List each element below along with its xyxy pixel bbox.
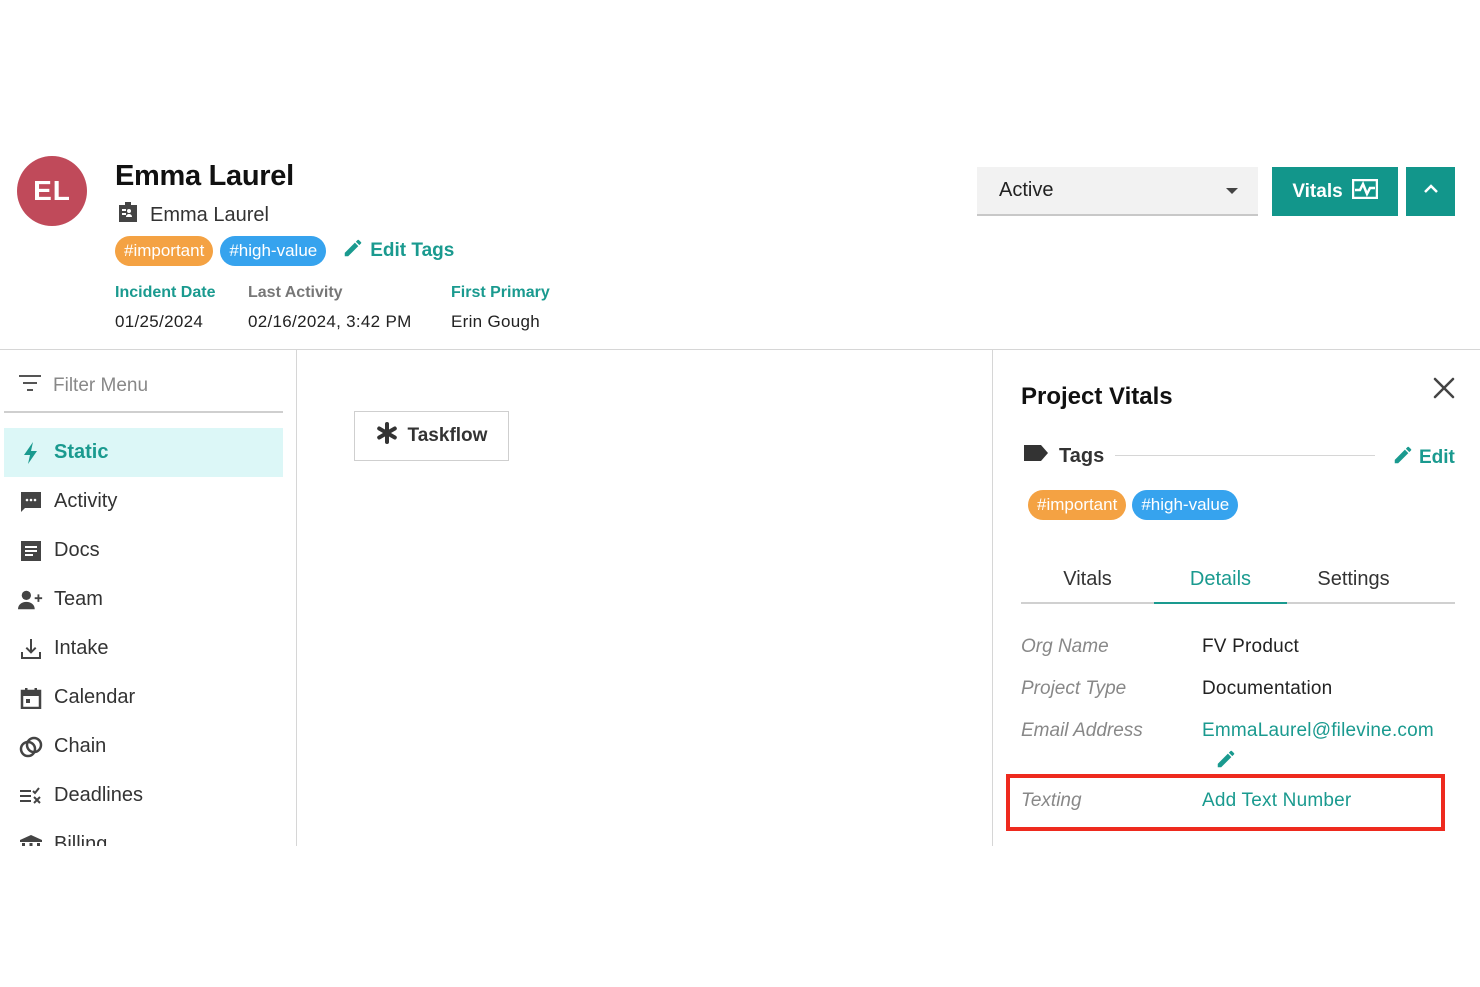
sidebar-item-label: Chain xyxy=(54,735,107,757)
meta-last-activity: Last Activity 02/16/2024, 3:42 PM xyxy=(248,284,412,332)
meta-value: 02/16/2024, 3:42 PM xyxy=(248,312,412,331)
tag-important[interactable]: #important xyxy=(1028,490,1127,520)
document-icon xyxy=(18,538,44,564)
filter-menu-placeholder: Filter Menu xyxy=(53,374,149,396)
phase-select-value: Active xyxy=(999,179,1054,201)
tab-settings[interactable]: Settings xyxy=(1287,560,1420,602)
panel-title: Project Vitals xyxy=(1021,383,1173,410)
sidebar-item-calendar[interactable]: Calendar xyxy=(4,673,283,722)
add-person-icon xyxy=(18,587,44,613)
filter-menu-input[interactable]: Filter Menu xyxy=(4,360,283,413)
tab-vitals[interactable]: Vitals xyxy=(1021,560,1154,602)
chain-icon xyxy=(18,734,44,760)
client-name[interactable]: Emma Laurel xyxy=(150,204,269,227)
chevron-up-icon xyxy=(1422,180,1440,203)
field-label-project-type: Project Type xyxy=(1021,678,1127,699)
edit-email-button[interactable] xyxy=(1215,748,1237,775)
project-page: EL Emma Laurel Emma Laurel #important #h… xyxy=(0,0,1480,987)
field-label-email: Email Address xyxy=(1021,720,1143,741)
contact-card-icon xyxy=(116,200,140,230)
client-row: Emma Laurel xyxy=(116,200,269,230)
sidebar-item-label: Team xyxy=(54,588,103,610)
project-avatar: EL xyxy=(17,156,87,226)
meta-value: 01/25/2024 xyxy=(115,312,204,331)
checklist-icon xyxy=(18,783,44,809)
field-value-email[interactable]: EmmaLaurel@filevine.com xyxy=(1202,720,1434,742)
meta-label[interactable]: Incident Date xyxy=(115,284,215,302)
download-icon xyxy=(18,636,44,662)
sidebar-item-billing[interactable]: Billing xyxy=(4,820,283,846)
sidebar-item-chain[interactable]: Chain xyxy=(4,722,283,771)
field-value-org-name: FV Product xyxy=(1202,636,1300,657)
section-sidebar: Filter Menu Static Activity Docs Team In… xyxy=(0,350,297,846)
tags-label: Tags xyxy=(1059,444,1105,467)
edit-label: Edit xyxy=(1419,447,1455,468)
close-icon xyxy=(1431,377,1457,405)
taskflow-button[interactable]: Taskflow xyxy=(354,411,509,461)
tag-important[interactable]: #important xyxy=(115,236,214,266)
pulse-icon xyxy=(1351,178,1378,205)
asterisk-icon xyxy=(376,422,398,450)
tag-high-value[interactable]: #high-value xyxy=(1132,490,1239,520)
meta-first-primary: First Primary Erin Gough xyxy=(451,284,550,332)
meta-label[interactable]: First Primary xyxy=(451,284,550,302)
caret-down-icon xyxy=(1226,187,1238,194)
sidebar-item-intake[interactable]: Intake xyxy=(4,624,283,673)
sidebar-item-label: Calendar xyxy=(54,686,136,708)
header-tags: #important #high-value Edit Tags xyxy=(115,236,454,266)
pencil-icon xyxy=(1215,750,1237,774)
sidebar-item-label: Activity xyxy=(54,490,118,512)
edit-tags-button[interactable]: Edit Tags xyxy=(342,237,454,265)
sidebar-item-label: Deadlines xyxy=(54,784,143,806)
tags-section-header: Tags xyxy=(1023,443,1104,469)
sidebar-item-team[interactable]: Team xyxy=(4,575,283,624)
sidebar-item-label: Intake xyxy=(54,637,109,659)
sidebar-item-deadlines[interactable]: Deadlines xyxy=(4,771,283,820)
taskflow-label: Taskflow xyxy=(407,425,488,446)
sidebar-item-activity[interactable]: Activity xyxy=(4,477,283,526)
filter-icon xyxy=(19,374,41,397)
sidebar-item-label: Billing xyxy=(54,833,108,846)
field-label-org-name: Org Name xyxy=(1021,636,1109,657)
close-panel-button[interactable] xyxy=(1431,375,1459,403)
meta-label: Last Activity xyxy=(248,284,343,301)
edit-tags-label: Edit Tags xyxy=(370,240,455,261)
panel-tabs: Vitals Details Settings xyxy=(1021,560,1455,604)
sidebar-item-static[interactable]: Static xyxy=(4,428,283,477)
sidebar-item-docs[interactable]: Docs xyxy=(4,526,283,575)
meta-incident-date: Incident Date 01/25/2024 xyxy=(115,284,215,332)
chat-icon xyxy=(18,489,44,515)
sidebar-item-label: Docs xyxy=(54,539,100,561)
field-value-project-type: Documentation xyxy=(1202,678,1333,699)
pencil-icon xyxy=(342,237,364,265)
sidebar-item-label: Static xyxy=(54,441,109,463)
tags-divider xyxy=(1115,455,1375,456)
tag-high-value[interactable]: #high-value xyxy=(220,236,327,266)
vitals-button[interactable]: Vitals xyxy=(1272,167,1398,216)
collapse-header-button[interactable] xyxy=(1406,167,1455,216)
bank-icon xyxy=(18,832,44,846)
bolt-icon xyxy=(18,440,44,466)
vitals-button-label: Vitals xyxy=(1292,180,1343,202)
phase-select[interactable]: Active xyxy=(977,167,1258,216)
calendar-icon xyxy=(18,685,44,711)
pencil-icon xyxy=(1392,444,1414,472)
highlight-box xyxy=(1006,774,1445,831)
edit-vitals-tags-button[interactable]: Edit xyxy=(1392,444,1455,472)
tag-icon xyxy=(1023,443,1049,469)
project-vitals-panel: Project Vitals Tags Edit #important #hig… xyxy=(992,350,1480,846)
project-title: Emma Laurel xyxy=(115,160,294,192)
meta-value: Erin Gough xyxy=(451,312,540,331)
tab-details[interactable]: Details xyxy=(1154,560,1287,604)
panel-tags: #important #high-value xyxy=(1028,490,1239,520)
